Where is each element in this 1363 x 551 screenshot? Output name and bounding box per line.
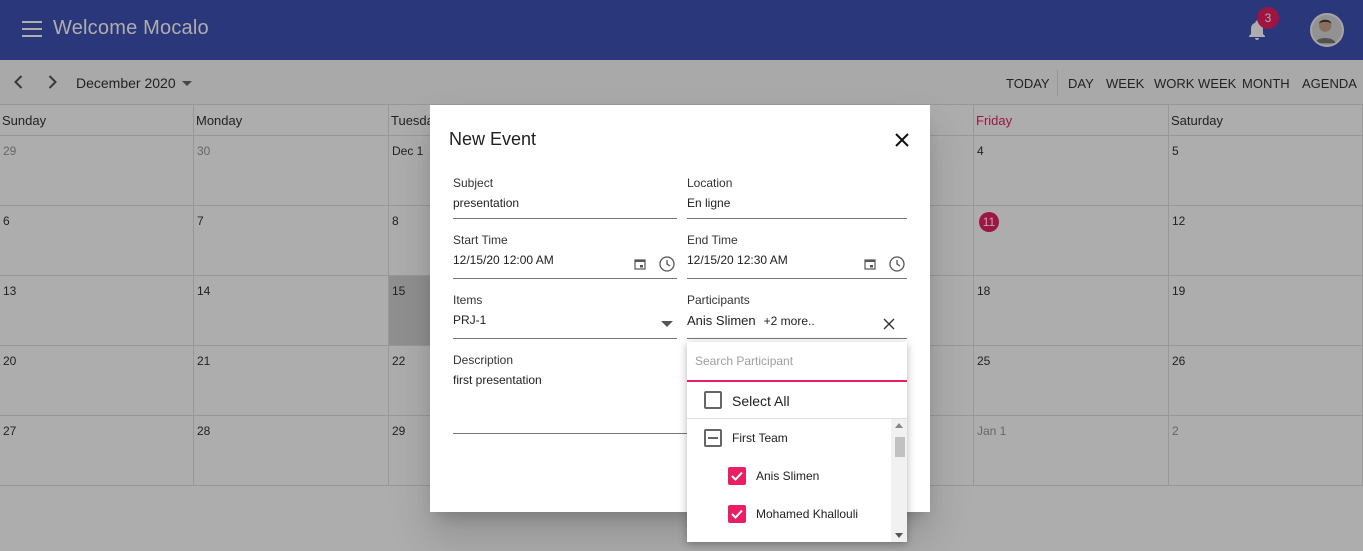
subject-field[interactable]: Subject presentation	[453, 176, 677, 219]
description-label: Description	[453, 353, 514, 367]
group-label: First Team	[732, 431, 788, 445]
dropdown-arrow-icon[interactable]	[661, 321, 673, 327]
start-time-field[interactable]: Start Time 12/15/20 12:00 AM	[453, 233, 677, 279]
participants-label: Participants	[687, 293, 750, 307]
scrollbar[interactable]	[891, 419, 907, 542]
subject-label: Subject	[453, 176, 494, 190]
clear-icon[interactable]	[883, 318, 895, 330]
participant-search-input[interactable]	[695, 354, 895, 368]
scroll-thumb[interactable]	[895, 437, 905, 457]
items-select[interactable]: Items PRJ-1	[453, 293, 677, 339]
items-label: Items	[453, 293, 483, 307]
scroll-down-icon[interactable]	[895, 533, 903, 538]
location-field[interactable]: Location En ligne	[687, 176, 907, 219]
close-icon[interactable]	[894, 132, 910, 148]
checkmark-icon	[731, 471, 743, 481]
location-value[interactable]: En ligne	[687, 196, 907, 210]
participant-checkbox[interactable]	[728, 467, 746, 485]
participant-chip: Anis Slimen	[687, 313, 756, 328]
participant-checkbox[interactable]	[728, 505, 746, 523]
scroll-up-icon[interactable]	[895, 423, 903, 428]
description-field[interactable]: Description first presentation	[453, 353, 693, 434]
calendar-icon[interactable]	[864, 258, 876, 270]
description-value[interactable]: first presentation	[453, 373, 693, 387]
participant-label: Mohamed Khallouli	[756, 507, 859, 521]
participant-search	[687, 342, 907, 382]
participant-option[interactable]: Anis Slimen	[687, 457, 891, 495]
participant-dropdown: Select All First Team Anis Slimen Mohame…	[687, 342, 907, 542]
location-label: Location	[687, 176, 733, 190]
clock-icon[interactable]	[889, 256, 905, 272]
subject-value[interactable]: presentation	[453, 196, 677, 210]
select-all-checkbox[interactable]	[704, 391, 722, 409]
end-time-label: End Time	[687, 233, 738, 247]
select-all-label: Select All	[732, 393, 790, 409]
participant-label: Anis Slimen	[756, 469, 820, 483]
items-value[interactable]: PRJ-1	[453, 313, 677, 327]
checkmark-icon	[731, 509, 743, 519]
participant-list: First Team Anis Slimen Mohamed Khallouli	[687, 419, 907, 542]
more-participants-text: +2 more..	[763, 314, 815, 328]
participants-select[interactable]: Participants Anis Slimen +2 more..	[687, 293, 907, 339]
participant-option[interactable]: Mohamed Khallouli	[687, 495, 891, 533]
indeterminate-icon	[708, 437, 718, 439]
clock-icon[interactable]	[659, 256, 675, 272]
start-time-label: Start Time	[453, 233, 508, 247]
group-row[interactable]: First Team	[687, 419, 891, 457]
dialog-title: New Event	[449, 129, 537, 149]
group-checkbox[interactable]	[704, 429, 722, 447]
select-all-option[interactable]: Select All	[687, 382, 907, 419]
end-time-field[interactable]: End Time 12/15/20 12:30 AM	[687, 233, 907, 279]
calendar-icon[interactable]	[634, 258, 646, 270]
